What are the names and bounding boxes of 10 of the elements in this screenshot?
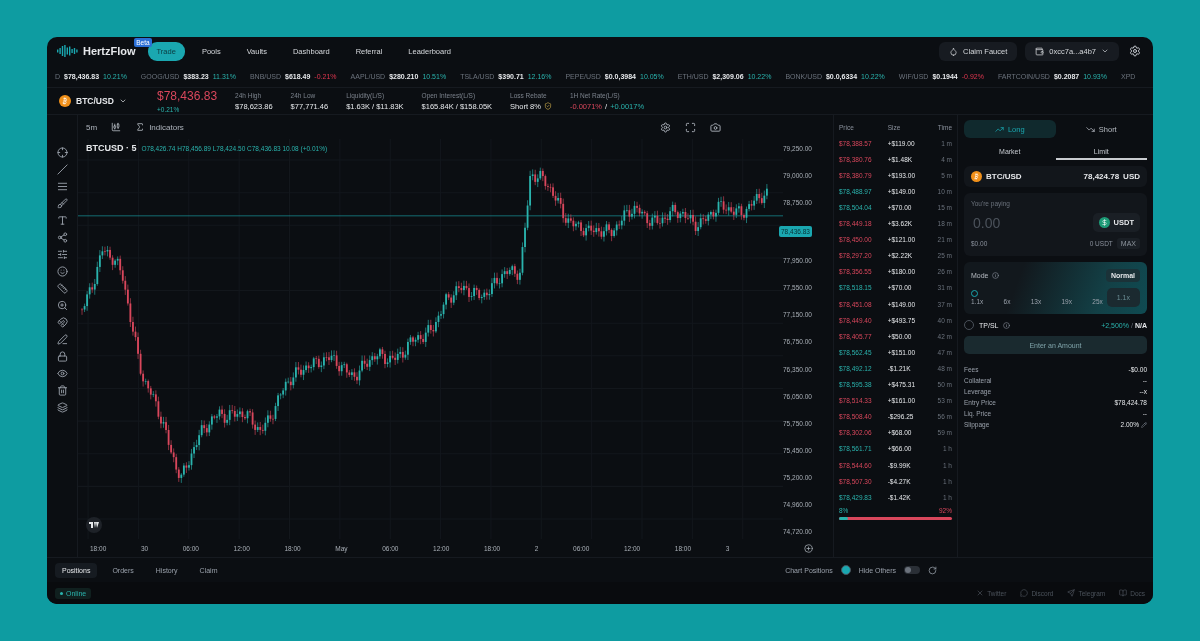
pair-currency: USD (1123, 172, 1140, 181)
pair-price: 78,424.78 (1083, 172, 1120, 181)
chart-symbol: BTCUSD · 5 (86, 143, 137, 153)
interval-button[interactable]: 5m (86, 122, 98, 132)
pair-name: BTC/USD (986, 172, 1022, 181)
pair-selector[interactable]: BTC/USD (59, 95, 139, 107)
logo-text: HertzFlow (83, 45, 136, 57)
amount-input[interactable]: 0.00 (971, 213, 1045, 232)
indicators-button[interactable]: Indicators (149, 122, 184, 132)
last-price: $78,436.83 (157, 89, 218, 103)
